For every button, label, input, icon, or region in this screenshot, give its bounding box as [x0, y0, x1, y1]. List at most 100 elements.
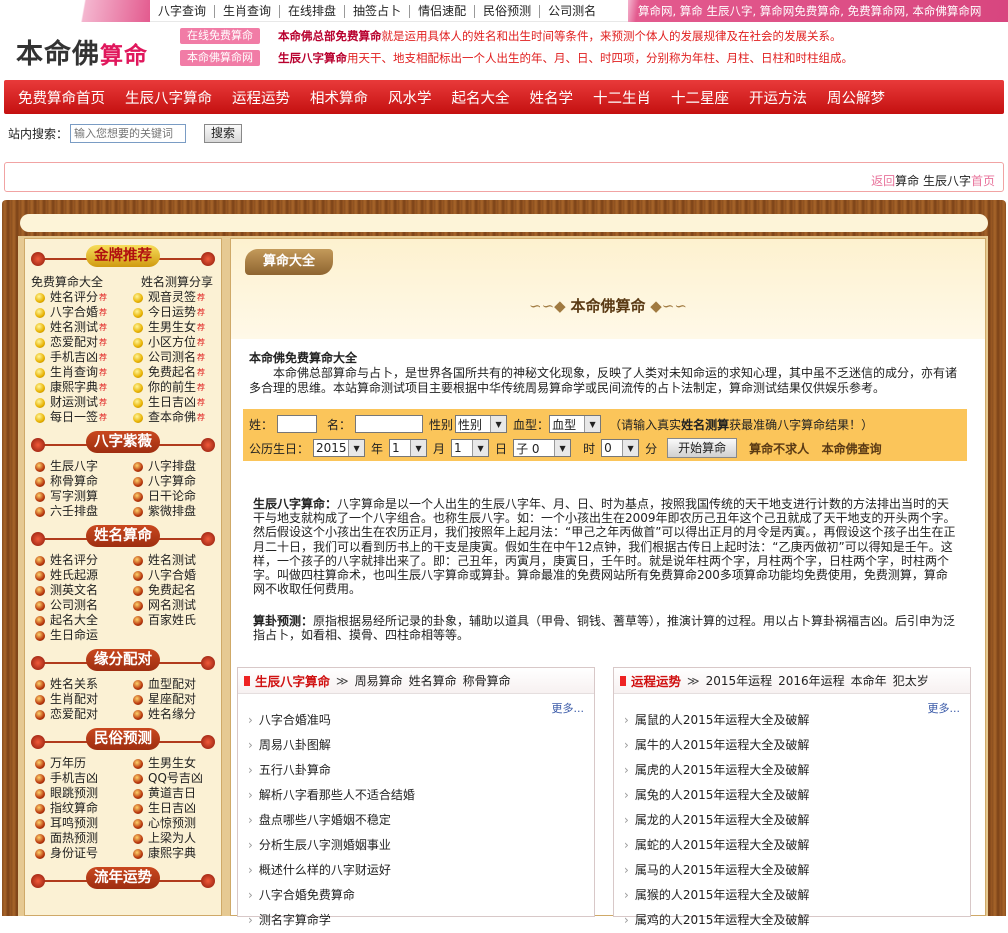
sidebar-link[interactable]: 生男生女	[133, 756, 231, 771]
top-nav-item[interactable]: 生肖查询	[215, 4, 281, 18]
article-link[interactable]: 五行八卦算命	[248, 758, 415, 783]
search-button[interactable]: 搜索	[204, 124, 243, 143]
article-link[interactable]: 盘点哪些八字婚姻不稳定	[248, 808, 415, 833]
sidebar-link[interactable]: 免费起名荐	[133, 365, 231, 380]
sidebar-link[interactable]: 免费起名	[133, 583, 231, 598]
article-link[interactable]: 属蛇的人2015年运程大全及破解	[624, 833, 810, 858]
sidebar-link[interactable]: 上梁为人	[133, 831, 231, 846]
article-link[interactable]: 属虎的人2015年运程大全及破解	[624, 758, 810, 783]
sidebar-link[interactable]: 生日吉凶	[133, 801, 231, 816]
sidebar-link[interactable]: 生男生女荐	[133, 320, 231, 335]
sidebar-link[interactable]: 观音灵签荐	[133, 290, 231, 305]
sidebar-link[interactable]: 今日运势荐	[133, 305, 231, 320]
article-link[interactable]: 属龙的人2015年运程大全及破解	[624, 808, 810, 833]
surname-input[interactable]	[277, 415, 318, 433]
main-nav-item[interactable]: 周公解梦	[827, 87, 885, 108]
article-link[interactable]: 测名字算命学	[248, 908, 415, 933]
sidebar-link[interactable]: 每日一签荐	[35, 410, 133, 425]
sidebar-link[interactable]: 称骨算命	[35, 474, 133, 489]
sidebar-link[interactable]: 八字排盘	[133, 459, 231, 474]
sidebar-link[interactable]: 眼跳预测	[35, 786, 133, 801]
sidebar-subheader-link[interactable]: 姓名测算分享	[141, 273, 213, 290]
main-nav-item[interactable]: 开运方法	[749, 87, 807, 108]
sidebar-link[interactable]: 八字合婚	[133, 568, 231, 583]
sidebar-link[interactable]: 恋爱配对	[35, 707, 133, 722]
hour-select[interactable]: 子 0 ▼	[513, 439, 572, 457]
start-fortune-button[interactable]: 开始算命	[667, 438, 738, 458]
main-nav-item[interactable]: 生辰八字算命	[125, 87, 212, 108]
article-link[interactable]: 属牛的人2015年运程大全及破解	[624, 733, 810, 758]
sidebar-link[interactable]: 起名大全	[35, 613, 133, 628]
sidebar-link[interactable]: 公司测名荐	[133, 350, 231, 365]
sidebar-link[interactable]: 生日吉凶荐	[133, 395, 231, 410]
article-link[interactable]: 八字合婚准吗	[248, 708, 415, 733]
box-sub-link[interactable]: 2015年运程	[706, 672, 773, 689]
top-nav-item[interactable]: 抽签占卜	[345, 4, 411, 18]
article-link[interactable]: 属兔的人2015年运程大全及破解	[624, 783, 810, 808]
article-link[interactable]: 八字合婚免费算命	[248, 883, 415, 908]
box-title[interactable]: 运程运势	[631, 671, 681, 690]
sidebar-link[interactable]: 身份证号	[35, 846, 133, 861]
sidebar-link[interactable]: 生辰八字	[35, 459, 133, 474]
main-nav-item[interactable]: 相术算命	[310, 87, 368, 108]
sidebar-link[interactable]: 网名测试	[133, 598, 231, 613]
name-input[interactable]	[355, 415, 424, 433]
sidebar-link[interactable]: 财运测试荐	[35, 395, 133, 410]
sidebar-link[interactable]: 姓名评分荐	[35, 290, 133, 305]
sidebar-link[interactable]: 指纹算命	[35, 801, 133, 816]
sidebar-link[interactable]: 康熙字典	[133, 846, 231, 861]
sidebar-link[interactable]: 面热预测	[35, 831, 133, 846]
sidebar-link[interactable]: 姓名测试	[133, 553, 231, 568]
article-link[interactable]: 解析八字看那些人不适合结婚	[248, 783, 415, 808]
sidebar-link[interactable]: 姓氏起源	[35, 568, 133, 583]
sidebar-link[interactable]: 六壬排盘	[35, 504, 133, 519]
sidebar-link[interactable]: 写字测算	[35, 489, 133, 504]
sidebar-link[interactable]: 八字合婚荐	[35, 305, 133, 320]
box-sub-link[interactable]: 称骨算命	[463, 672, 511, 689]
sidebar-link[interactable]: 黄道吉日	[133, 786, 231, 801]
sidebar-link[interactable]: 手机吉凶	[35, 771, 133, 786]
top-nav-item[interactable]: 在线排盘	[280, 4, 346, 18]
breadcrumb-home-link[interactable]: 首页	[971, 174, 995, 188]
box-sub-link[interactable]: 犯太岁	[893, 672, 929, 689]
site-logo[interactable]: 本命佛算命	[16, 32, 148, 71]
sidebar-link[interactable]: 万年历	[35, 756, 133, 771]
article-link[interactable]: 分析生辰八字测婚姻事业	[248, 833, 415, 858]
box-sub-link[interactable]: 2016年运程	[778, 672, 845, 689]
more-link[interactable]: 更多...	[552, 700, 585, 716]
top-nav-item[interactable]: 公司测名	[540, 4, 604, 18]
article-link[interactable]: 属鸡的人2015年运程大全及破解	[624, 908, 810, 933]
sidebar-link[interactable]: 日干论命	[133, 489, 231, 504]
sidebar-link[interactable]: 心惊预测	[133, 816, 231, 831]
sidebar-link[interactable]: 耳鸣预测	[35, 816, 133, 831]
box-sub-link[interactable]: 姓名算命	[409, 672, 457, 689]
more-link[interactable]: 更多...	[928, 700, 961, 716]
article-link[interactable]: 属鼠的人2015年运程大全及破解	[624, 708, 810, 733]
breadcrumb-back-link[interactable]: 返回	[871, 174, 895, 188]
sidebar-link[interactable]: QQ号吉凶	[133, 771, 231, 786]
month-select[interactable]: 1 ▼	[389, 439, 428, 457]
sidebar-link[interactable]: 百家姓氏	[133, 613, 231, 628]
sidebar-link[interactable]: 手机吉凶荐	[35, 350, 133, 365]
main-nav-item[interactable]: 运程运势	[232, 87, 290, 108]
sidebar-link[interactable]: 测英文名	[35, 583, 133, 598]
sidebar-link[interactable]: 姓名测试荐	[35, 320, 133, 335]
article-link[interactable]: 周易八卦图解	[248, 733, 415, 758]
article-link[interactable]: 属猴的人2015年运程大全及破解	[624, 883, 810, 908]
main-nav-item[interactable]: 十二星座	[671, 87, 729, 108]
sidebar-link[interactable]: 血型配对	[133, 677, 231, 692]
sidebar-link[interactable]: 查本命佛荐	[133, 410, 231, 425]
top-nav-item[interactable]: 情侣速配	[410, 4, 476, 18]
main-nav-item[interactable]: 免费算命首页	[18, 87, 105, 108]
box-sub-link[interactable]: 本命年	[851, 672, 887, 689]
sidebar-link[interactable]: 恋爱配对荐	[35, 335, 133, 350]
sidebar-link[interactable]: 生日命运	[35, 628, 133, 643]
top-nav-item[interactable]: 八字查询	[150, 4, 216, 18]
main-nav-item[interactable]: 风水学	[388, 87, 432, 108]
sidebar-link[interactable]: 公司测名	[35, 598, 133, 613]
sidebar-link[interactable]: 康熙字典荐	[35, 380, 133, 395]
box-title[interactable]: 生辰八字算命	[255, 671, 330, 690]
top-right-keywords[interactable]: 算命网, 算命 生辰八字, 算命网免费算命, 免费算命网, 本命佛算命网	[628, 0, 1008, 22]
main-nav-item[interactable]: 起名大全	[452, 87, 510, 108]
year-select[interactable]: 2015 ▼	[313, 439, 366, 457]
